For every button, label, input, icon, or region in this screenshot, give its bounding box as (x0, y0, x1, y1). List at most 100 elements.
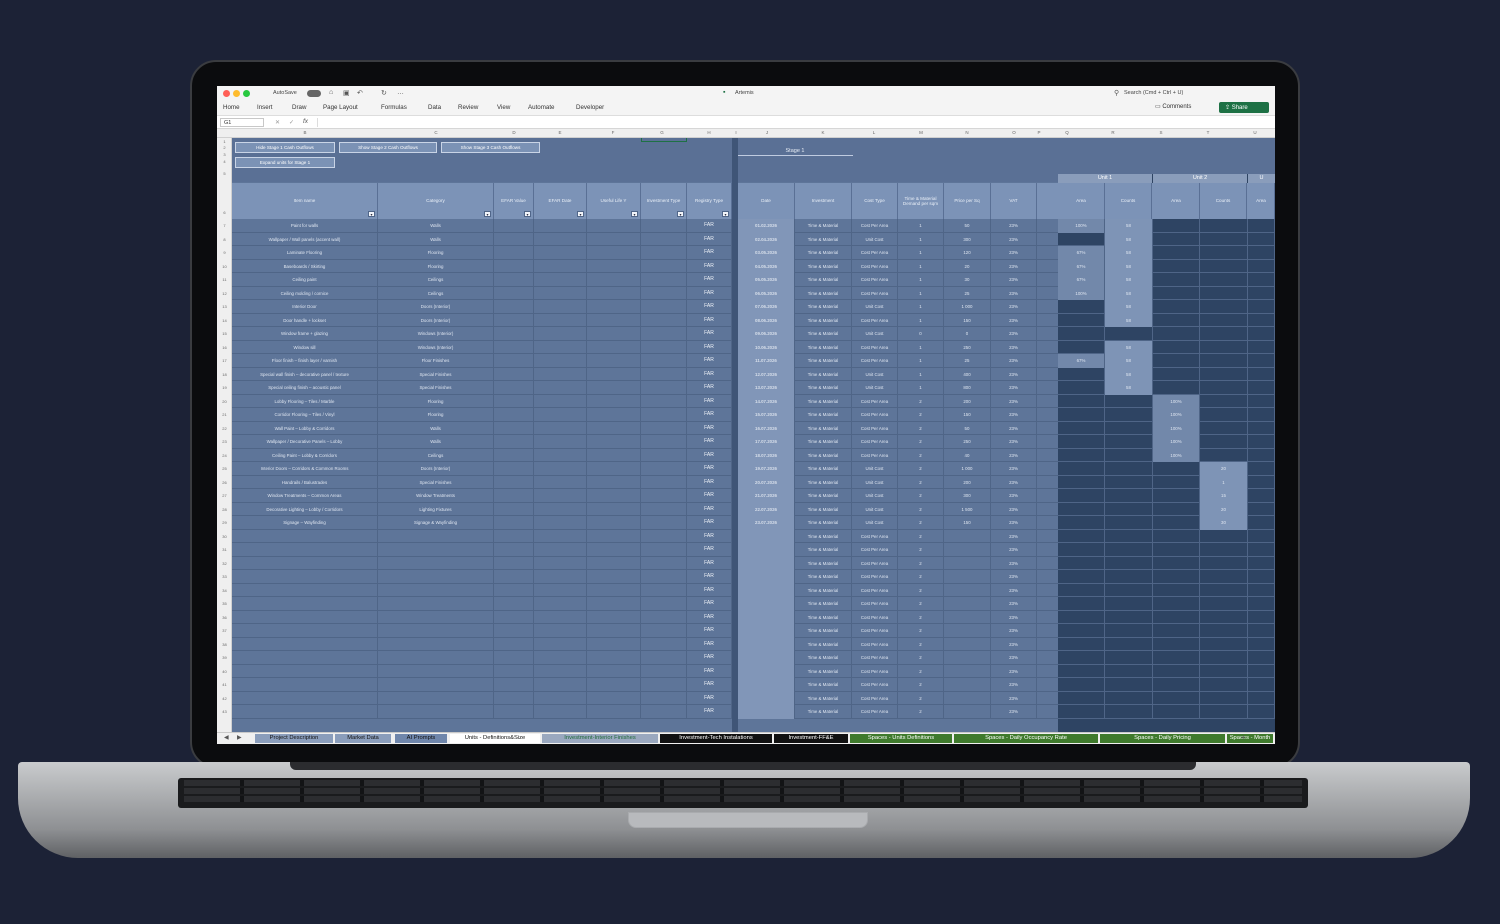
table-cell[interactable] (587, 556, 641, 570)
table-cell[interactable] (1058, 489, 1105, 503)
table-cell[interactable] (1058, 570, 1105, 584)
table-cell[interactable] (738, 664, 795, 678)
table-cell[interactable]: 100% (1153, 448, 1200, 462)
table-cell[interactable]: FAR (687, 556, 732, 570)
table-cell[interactable]: Time & Material (795, 448, 852, 462)
table-cell[interactable] (378, 624, 494, 638)
table-cell[interactable]: 1 (898, 273, 944, 287)
table-cell[interactable] (1105, 543, 1153, 557)
table-cell[interactable] (534, 327, 587, 341)
table-cell[interactable]: 2 (898, 408, 944, 422)
table-cell[interactable] (1248, 246, 1275, 260)
table-cell[interactable]: Time & Material (795, 462, 852, 476)
table-cell[interactable] (1058, 543, 1105, 557)
table-cell[interactable]: 23% (991, 273, 1037, 287)
table-cell[interactable] (1248, 300, 1275, 314)
sheet-tab[interactable]: Spaces - Units Definitions (850, 734, 952, 743)
table-cell[interactable]: Window Treatments (378, 489, 494, 503)
show-stage2-button[interactable]: Show Stage 2 Cash Outflows (339, 142, 437, 153)
table-cell[interactable]: FAR (687, 705, 732, 719)
table-cell[interactable]: 250 (944, 435, 991, 449)
prev-sheet-icon[interactable]: ◀ (224, 734, 229, 741)
table-cell[interactable]: 23% (991, 543, 1037, 557)
row-header[interactable]: 27 (217, 493, 232, 498)
table-cell[interactable] (494, 597, 534, 611)
table-cell[interactable]: Cost Per Area (852, 705, 898, 719)
table-cell[interactable]: Paint for walls (232, 219, 378, 233)
table-cell[interactable] (641, 421, 687, 435)
expand-units-button[interactable]: Expand units for Stage 1 (235, 157, 335, 168)
table-cell[interactable]: 67% (1058, 273, 1105, 287)
table-cell[interactable]: 100% (1153, 435, 1200, 449)
table-cell[interactable] (232, 664, 378, 678)
table-cell[interactable]: 23% (991, 327, 1037, 341)
table-cell[interactable] (587, 367, 641, 381)
table-cell[interactable]: 58 (1105, 232, 1153, 246)
table-cell[interactable]: FAR (687, 583, 732, 597)
table-cell[interactable]: 1 (898, 354, 944, 368)
table-cell[interactable] (738, 556, 795, 570)
table-cell[interactable] (232, 705, 378, 719)
table-cell[interactable] (641, 219, 687, 233)
table-cell[interactable]: Special Finishes (378, 381, 494, 395)
table-cell[interactable] (1153, 651, 1200, 665)
share-button[interactable]: ⇪ Share (1219, 102, 1269, 113)
row-header[interactable]: 9 (217, 250, 232, 255)
filter-dropdown-icon[interactable]: ▾ (631, 211, 638, 217)
table-cell[interactable]: Walls (378, 232, 494, 246)
table-cell[interactable]: 23% (991, 516, 1037, 530)
redo-icon[interactable]: ↻ (381, 89, 387, 97)
table-cell[interactable]: 100% (1058, 286, 1105, 300)
table-cell[interactable]: FAR (687, 286, 732, 300)
more-icon[interactable]: … (397, 89, 404, 96)
table-cell[interactable]: 150 (944, 408, 991, 422)
table-cell[interactable] (641, 435, 687, 449)
row-header[interactable]: 13 (217, 304, 232, 309)
table-cell[interactable]: 2 (898, 489, 944, 503)
table-cell[interactable] (587, 691, 641, 705)
table-cell[interactable] (534, 273, 587, 287)
table-cell[interactable] (641, 232, 687, 246)
table-cell[interactable]: 67% (1058, 259, 1105, 273)
table-cell[interactable]: 2 (898, 462, 944, 476)
sheet-tab[interactable]: Investment-FF&E (774, 734, 848, 743)
table-cell[interactable] (1248, 624, 1275, 638)
table-cell[interactable]: 1 (898, 313, 944, 327)
table-cell[interactable] (1200, 624, 1248, 638)
column-header[interactable]: M (911, 130, 931, 135)
table-cell[interactable] (1248, 583, 1275, 597)
table-cell[interactable]: Special wall finish – decorative panel /… (232, 367, 378, 381)
table-cell[interactable] (494, 421, 534, 435)
table-cell[interactable]: 58 (1105, 354, 1153, 368)
table-cell[interactable] (494, 394, 534, 408)
table-cell[interactable] (1105, 583, 1153, 597)
table-cell[interactable]: 23% (991, 705, 1037, 719)
table-cell[interactable] (1058, 421, 1105, 435)
table-cell[interactable] (494, 516, 534, 530)
table-cell[interactable]: 2 (898, 624, 944, 638)
table-cell[interactable]: Cost Per Area (852, 570, 898, 584)
table-cell[interactable] (587, 273, 641, 287)
table-cell[interactable] (1105, 421, 1153, 435)
table-cell[interactable]: FAR (687, 408, 732, 422)
table-cell[interactable] (534, 448, 587, 462)
table-cell[interactable] (534, 354, 587, 368)
table-cell[interactable] (232, 570, 378, 584)
next-sheet-icon[interactable]: ▶ (237, 734, 242, 741)
table-cell[interactable] (641, 489, 687, 503)
table-cell[interactable]: Unit Cost (852, 489, 898, 503)
table-cell[interactable]: Window sill (232, 340, 378, 354)
row-header[interactable]: 26 (217, 480, 232, 485)
table-cell[interactable] (1248, 475, 1275, 489)
add-sheet-button[interactable]: + (1241, 733, 1246, 742)
table-cell[interactable] (1058, 637, 1105, 651)
table-cell[interactable] (1153, 232, 1200, 246)
row-header[interactable]: 11 (217, 277, 232, 282)
table-cell[interactable] (1153, 246, 1200, 260)
table-cell[interactable] (641, 408, 687, 422)
table-cell[interactable]: 01.02.2026 (738, 219, 795, 233)
table-cell[interactable] (1058, 475, 1105, 489)
table-cell[interactable] (587, 529, 641, 543)
table-cell[interactable] (1248, 502, 1275, 516)
table-cell[interactable]: Time & Material (795, 354, 852, 368)
